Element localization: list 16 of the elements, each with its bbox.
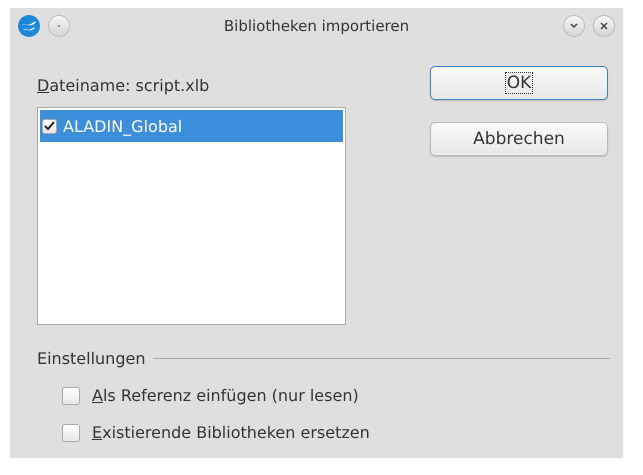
ok-button[interactable]: OK — [430, 66, 608, 100]
close-button[interactable] — [593, 15, 615, 37]
option-label: Existierende Bibliotheken ersetzen — [92, 423, 370, 442]
chevron-down-icon — [569, 22, 579, 30]
window-menu-button[interactable] — [48, 15, 70, 37]
checkbox[interactable] — [42, 118, 57, 134]
section-title: Einstellungen — [37, 349, 146, 368]
close-icon — [599, 21, 609, 31]
checkbox[interactable] — [62, 386, 80, 404]
app-logo-icon — [18, 15, 40, 37]
checkbox[interactable] — [62, 424, 80, 442]
minimize-button[interactable] — [563, 15, 585, 37]
cancel-button[interactable]: Abbrechen — [430, 122, 608, 156]
file-name-label: Dateiname: script.xlb — [37, 76, 210, 95]
option-label: Als Referenz einfügen (nur lesen) — [92, 386, 359, 405]
window-title: Bibliotheken importieren — [222, 17, 410, 35]
